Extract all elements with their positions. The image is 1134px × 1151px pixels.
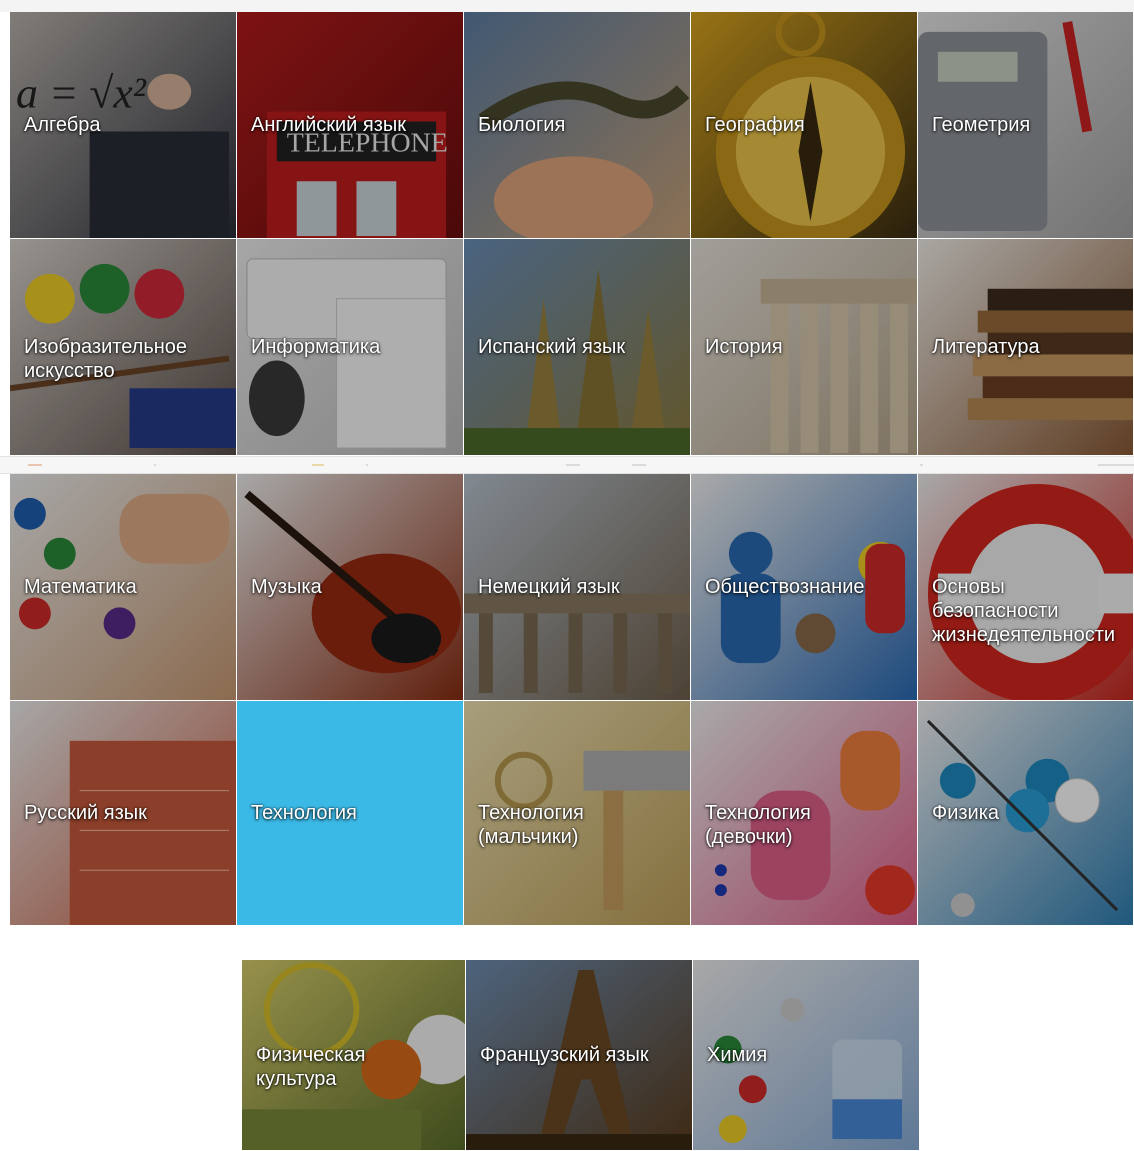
subject-label: Алгебра <box>24 114 101 136</box>
subject-tile[interactable]: География <box>691 12 918 239</box>
subject-tile[interactable]: Музыка <box>237 474 464 701</box>
subject-label: Математика <box>24 576 137 598</box>
subject-tile[interactable]: Обществознание <box>691 474 918 701</box>
subject-tile[interactable]: Испанский язык <box>464 239 691 456</box>
subject-tile[interactable]: Технология (девочки) <box>691 701 918 926</box>
subject-tile[interactable]: a = √x² Алгебра <box>10 12 237 239</box>
subject-label: Изобразительное искусство <box>24 336 188 382</box>
subject-tile[interactable]: Основы безопасности жизнедеятельности <box>918 474 1134 701</box>
subject-label: Литература <box>932 336 1040 358</box>
subject-label: Музыка <box>251 576 322 598</box>
subject-tile[interactable]: Немецкий язык <box>464 474 691 701</box>
subject-tile[interactable]: Геометрия <box>918 12 1134 239</box>
subject-tile[interactable]: Химия <box>693 960 920 1151</box>
subject-label: Испанский язык <box>478 336 626 358</box>
subject-tile[interactable]: История <box>691 239 918 456</box>
subject-label: Немецкий язык <box>478 576 620 598</box>
subject-label: Геометрия <box>932 114 1031 136</box>
subject-tile[interactable]: TELEPHONE Английский язык <box>237 12 464 239</box>
subject-label: Русский язык <box>24 802 147 824</box>
subject-label: Физическая культура <box>256 1044 366 1090</box>
section-separator <box>0 456 1134 474</box>
subject-tile[interactable]: Информатика <box>237 239 464 456</box>
subject-tile[interactable]: Физика <box>918 701 1134 926</box>
subject-tile[interactable]: Технология <box>237 701 464 926</box>
subject-label: История <box>705 336 783 358</box>
subject-label: Технология <box>251 802 357 824</box>
subject-label: Информатика <box>251 336 381 358</box>
subject-tile[interactable]: Биология <box>464 12 691 239</box>
subject-tile[interactable]: Изобразительное искусство <box>10 239 237 456</box>
subject-label: Биология <box>478 114 566 136</box>
subject-label: Химия <box>707 1044 768 1066</box>
subject-tile[interactable]: Русский язык <box>10 701 237 926</box>
subject-label: Технология (мальчики) <box>478 802 584 848</box>
subject-label: Английский язык <box>251 114 407 136</box>
subject-tile[interactable]: Французский язык <box>466 960 693 1151</box>
subject-label: Обществознание <box>705 576 865 598</box>
subject-label: Физика <box>932 802 1000 824</box>
page-top-strip <box>0 0 1134 12</box>
subject-label: География <box>705 114 805 136</box>
subject-tile[interactable]: Физическая культура <box>242 960 466 1151</box>
subject-label: Технология (девочки) <box>705 802 811 848</box>
subject-tile[interactable]: Литература <box>918 239 1134 456</box>
subject-tile[interactable]: Технология (мальчики) <box>464 701 691 926</box>
subject-tile[interactable]: Математика <box>10 474 237 701</box>
subject-label: Французский язык <box>480 1044 649 1066</box>
subject-label: Основы безопасности жизнедеятельности <box>932 576 1116 646</box>
